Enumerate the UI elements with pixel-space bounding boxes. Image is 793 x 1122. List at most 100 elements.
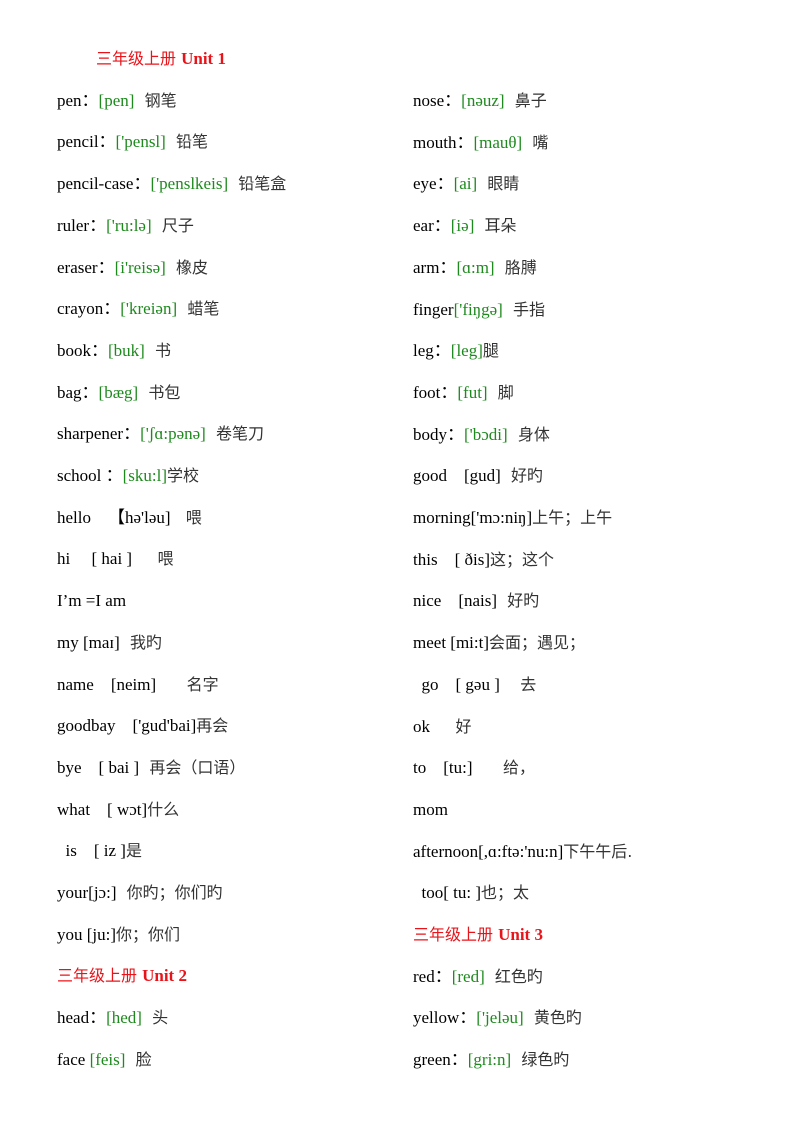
vocab-word: goodbay xyxy=(57,716,133,736)
vocab-phonetic: [gud] xyxy=(464,466,501,486)
vocab-word: is xyxy=(57,841,94,861)
vocab-phonetic: [ iz ] xyxy=(93,841,126,861)
vocab-word: go xyxy=(413,674,456,694)
vocab-phonetic: ['ʃɑ:pənə] xyxy=(140,424,206,444)
vocab-meaning: 我旳 xyxy=(119,632,162,652)
vocab-word: I’m =I am xyxy=(57,591,127,611)
vocab-meaning: 橡皮 xyxy=(165,257,208,277)
vocab-entry: pencil-case：['penslkeis] 铅笔盒 xyxy=(57,172,286,196)
vocab-word: my xyxy=(57,632,83,652)
vocab-phonetic: [pen] xyxy=(98,90,135,110)
heading-unit-label: Unit 2 xyxy=(142,966,187,986)
vocab-entry: mouth：[mauθ] 嘴 xyxy=(413,131,548,155)
vocab-entry: head：[hed] 头 xyxy=(57,1006,168,1030)
vocab-word: face xyxy=(57,1049,90,1069)
vocab-word: name xyxy=(57,674,111,694)
vocab-word: foot： xyxy=(413,382,458,402)
vocab-word: what xyxy=(57,799,108,819)
document-page: 三年级上册 Unit 1 pen：[pen] 钢笔 pencil：['pensl] … xyxy=(0,0,793,1122)
vocab-word: ok xyxy=(413,716,456,736)
vocab-phonetic: [ ðis] xyxy=(454,549,490,569)
vocab-word: sharpener： xyxy=(57,424,141,444)
vocab-word: afternoon xyxy=(413,841,479,861)
unit-heading: 三年级上册 Unit 1 xyxy=(96,47,226,71)
vocab-phonetic: [hed] xyxy=(106,1008,142,1028)
vocab-meaning: 上午；上午 xyxy=(532,508,613,527)
vocab-meaning: 你旳；你们旳 xyxy=(116,883,223,902)
vocab-entry: good [gud] 好旳 xyxy=(413,464,543,488)
vocab-entry: afternoon[,ɑ:ftə:'nu:n]下午午后. xyxy=(413,840,632,864)
vocab-entry: foot：[fut] 脚 xyxy=(413,381,514,405)
vocab-meaning: 蜡笔 xyxy=(177,299,220,319)
vocab-word: eraser： xyxy=(57,257,115,277)
vocab-meaning: 会面；遇见； xyxy=(489,633,586,653)
vocab-phonetic: [iə] xyxy=(450,216,475,236)
vocab-phonetic: [tu:] xyxy=(443,758,473,778)
vocab-phonetic: [i'reisə] xyxy=(114,257,166,277)
vocab-meaning: 再会（口语） xyxy=(139,757,246,777)
vocab-entry: pencil：['pensl] 铅笔 xyxy=(57,130,208,154)
vocab-entry: pen：[pen] 钢笔 xyxy=(57,89,177,113)
vocab-meaning: 你；你们 xyxy=(116,924,181,944)
vocab-word: meet xyxy=(413,633,451,653)
vocab-word: bag： xyxy=(57,382,99,402)
vocab-meaning: 身体 xyxy=(507,424,550,444)
vocab-meaning: 去 xyxy=(499,674,537,694)
vocab-meaning: 耳朵 xyxy=(474,216,517,236)
vocab-phonetic: [mi:t] xyxy=(450,633,490,653)
vocab-entry: leg：[leg]腿 xyxy=(413,339,499,363)
vocab-word: leg： xyxy=(413,341,451,361)
vocab-meaning: 喂 xyxy=(170,507,202,527)
vocab-entry: eye：[ai] 眼睛 xyxy=(413,172,519,196)
heading-grade-label: 三年级上册 xyxy=(96,49,182,68)
vocab-meaning: 黄色旳 xyxy=(523,1008,582,1028)
vocab-phonetic: [ bai ] xyxy=(98,757,140,777)
vocab-word: yellow： xyxy=(413,1008,477,1028)
vocab-entry: mom xyxy=(413,798,448,822)
vocab-entry: green：[gri:n] 绿色旳 xyxy=(413,1048,569,1072)
unit-heading: 三年级上册 Unit 2 xyxy=(57,964,187,988)
vocab-word: you xyxy=(57,924,87,944)
vocab-phonetic: ['pensl] xyxy=(115,132,166,152)
vocab-meaning: 好旳 xyxy=(500,466,544,486)
vocab-entry: ok 好 xyxy=(413,715,472,739)
vocab-meaning: 给， xyxy=(472,758,536,778)
vocab-phonetic: [ai] xyxy=(453,174,478,194)
vocab-entry: is [ iz ]是 xyxy=(57,839,142,863)
vocab-entry: to [tu:] 给， xyxy=(413,756,535,780)
vocab-phonetic: [fut] xyxy=(457,382,488,402)
vocab-phonetic: [feis] xyxy=(89,1049,126,1069)
vocab-phonetic: [ gəu ] xyxy=(455,674,500,694)
vocab-meaning: 脸 xyxy=(125,1049,152,1069)
vocab-phonetic: [neim] xyxy=(110,674,157,694)
vocab-word: school ： xyxy=(57,466,123,485)
vocab-word: green： xyxy=(413,1050,468,1070)
vocab-entry: finger['fiŋgə] 手指 xyxy=(413,298,545,322)
heading-grade-label: 三年级上册 xyxy=(413,925,499,944)
vocab-phonetic: [bæg] xyxy=(98,382,139,402)
vocab-word: bye xyxy=(57,757,99,777)
vocab-entry: your[jɔ:] 你旳；你们旳 xyxy=(57,881,223,905)
vocab-phonetic: [nais] xyxy=(458,591,498,611)
vocab-phonetic: ['kreiən] xyxy=(120,299,178,319)
vocab-phonetic: [nəuz] xyxy=(461,91,505,110)
vocab-entry: hi [ hai ] 喂 xyxy=(57,547,174,571)
vocab-phonetic: [buk] xyxy=(108,340,145,360)
vocab-entry: bag：[bæg] 书包 xyxy=(57,381,180,405)
vocab-meaning: 钢笔 xyxy=(134,90,177,110)
vocab-meaning: 铅笔 xyxy=(165,132,209,152)
vocab-entry: book：[buk] 书 xyxy=(57,339,171,363)
vocab-word: hi xyxy=(57,549,92,569)
vocab-entry: face [feis] 脸 xyxy=(57,1048,152,1072)
vocab-entry: my [maɪ] 我旳 xyxy=(57,631,162,655)
vocab-entry: go [ gəu ] 去 xyxy=(413,673,537,697)
vocab-meaning: 喂 xyxy=(132,549,174,569)
vocab-meaning: 头 xyxy=(141,1008,169,1028)
vocab-word: morning xyxy=(413,508,471,527)
vocab-phonetic: [maɪ] xyxy=(82,632,120,652)
vocab-phonetic: 【hə'ləu] xyxy=(108,507,171,527)
vocab-meaning: 名字 xyxy=(156,674,219,694)
vocab-entry: name [neim] 名字 xyxy=(57,673,219,697)
vocab-phonetic: ['gud'bai] xyxy=(132,716,197,736)
vocab-meaning: 这；这个 xyxy=(489,549,554,569)
